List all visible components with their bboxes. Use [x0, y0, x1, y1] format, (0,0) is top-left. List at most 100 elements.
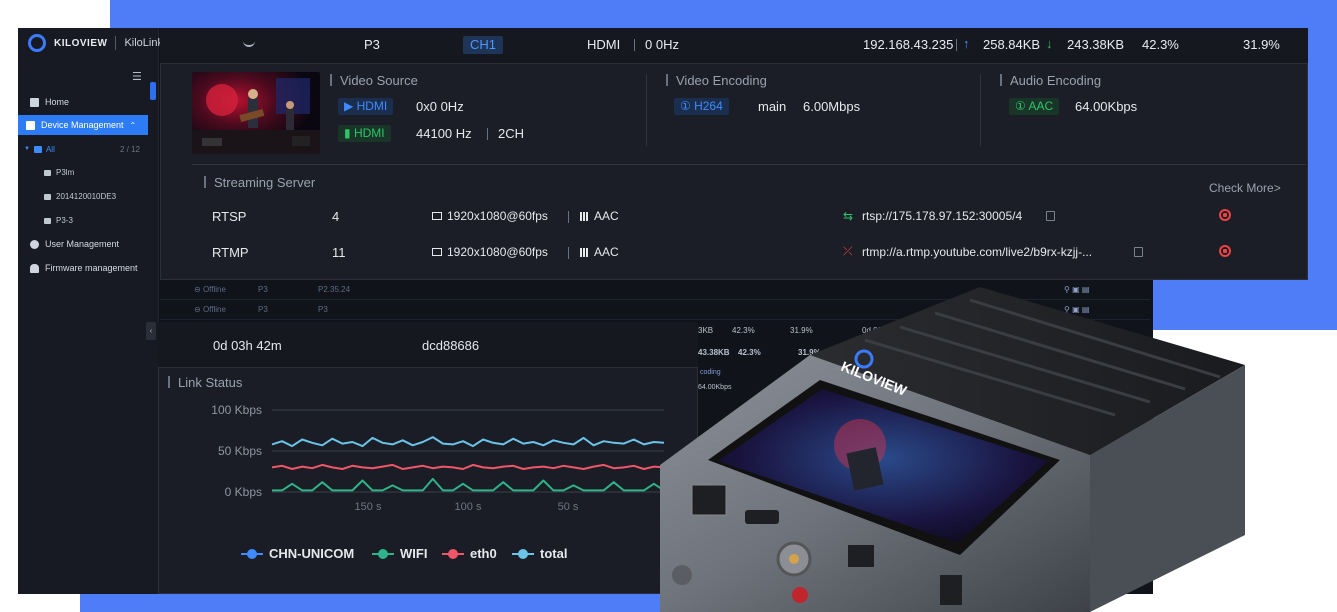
tree-device[interactable]: P3lm — [44, 168, 74, 177]
audio-sample-rate: 44100 Hz — [416, 126, 472, 141]
video-icon — [432, 248, 442, 256]
legend-marker-icon — [512, 548, 534, 559]
channel-badge[interactable]: CH1 — [463, 36, 503, 54]
server-url: rtmp://a.rtmp.youtube.com/live2/b9rx-kzj… — [862, 245, 1093, 259]
arrow-up-icon: ↑ — [963, 36, 970, 51]
device-icon — [26, 120, 35, 130]
brand-name: KILOVIEW — [54, 37, 108, 49]
series-line-eth0 — [271, 463, 665, 470]
cpu-usage: 42.3% — [1142, 37, 1179, 52]
legend-marker-icon — [442, 548, 464, 559]
y-tick-label: 50 Kbps — [218, 444, 262, 458]
tree-device[interactable]: 2014120010DE3 — [44, 192, 116, 201]
copy-icon[interactable] — [1134, 247, 1143, 257]
sidebar-scrollbar[interactable] — [150, 82, 156, 100]
folder-icon — [33, 145, 42, 153]
tree-label: All — [45, 144, 55, 154]
x-tick-label: 150 s — [355, 501, 382, 513]
link-status-chart: 100 Kbps50 Kbps0 Kbps150 s100 s50 s0 — [211, 403, 667, 513]
memory-usage: 31.9% — [1243, 37, 1280, 52]
video-source-chip: ▶ HDMI — [338, 98, 394, 115]
kiloview-p3-device-image: KILOVIEW — [660, 287, 1245, 612]
device-icon — [44, 217, 51, 224]
backdrop-top — [110, 0, 1152, 30]
upload-rate: 258.84KB — [983, 37, 1041, 52]
device-header-bar — [160, 28, 1308, 64]
server-url: rtsp://175.178.97.152:30005/4 — [862, 209, 1023, 223]
backdrop-bottom — [80, 592, 680, 612]
section-title-video-source: Video Source — [330, 73, 418, 88]
section-divider — [980, 74, 981, 146]
panel-divider — [192, 164, 1306, 165]
server-count: 4 — [332, 209, 340, 224]
audio-bitrate: 64.00Kbps — [1075, 99, 1138, 114]
audio-source-chip: ▮ HDMI — [338, 125, 391, 142]
input-type: HDMI — [587, 37, 621, 52]
user-icon — [30, 239, 39, 249]
arrow-down-icon: ↓ — [1046, 36, 1053, 51]
divider — [568, 247, 569, 259]
series-line-wifi — [272, 477, 665, 492]
device-id: dcd88686 — [422, 338, 480, 353]
caret-down-icon: ▼ — [24, 146, 30, 152]
brand-logo[interactable]: KILOVIEW KiloLink — [28, 32, 163, 54]
collapse-sidebar-button[interactable]: ‹ — [146, 322, 156, 340]
link-broken-icon: ⤫ — [843, 244, 853, 258]
legend-item[interactable]: WIFI — [372, 546, 427, 561]
logo-divider — [115, 36, 117, 50]
video-thumbnail[interactable] — [192, 72, 320, 154]
server-protocol: RTMP — [212, 245, 249, 260]
download-rate: 243.38KB — [1067, 37, 1125, 52]
section-divider — [646, 74, 647, 146]
ip-address: 192.168.43.235 — [863, 37, 954, 52]
tree-all[interactable]: ▼ All 2 / 12 — [22, 140, 148, 158]
app-name: KiloLink — [124, 37, 163, 49]
y-tick-label: 0 Kbps — [225, 485, 262, 499]
device-icon — [44, 193, 51, 200]
menu-toggle-icon[interactable]: ☰ — [132, 70, 142, 83]
input-frequency: 0 0Hz — [645, 37, 679, 52]
series-line-total — [271, 436, 665, 448]
sidebar-item-device-management[interactable]: Device Management ⌃ — [18, 115, 148, 135]
sidebar-item-firmware[interactable]: Firmware management — [22, 258, 148, 278]
check-more-link[interactable]: Check More> — [1209, 181, 1281, 195]
folder-icon — [44, 169, 51, 176]
audio-codec-chip: ① AAC — [1009, 98, 1060, 115]
uptime: 0d 03h 42m — [213, 338, 282, 353]
divider — [487, 128, 488, 140]
legend-marker-icon — [372, 548, 394, 559]
row-model: P3 — [258, 304, 268, 314]
audio-bars-icon — [580, 212, 589, 221]
cloud-icon — [30, 263, 39, 273]
stop-stream-button[interactable] — [1219, 209, 1231, 221]
tree-device[interactable]: P3-3 — [44, 216, 73, 225]
sidebar-item-user-management[interactable]: User Management — [22, 234, 148, 254]
sidebar-item-label: Home — [45, 97, 70, 107]
legend-item[interactable]: eth0 — [442, 546, 497, 561]
device-label: 2014120010DE3 — [56, 192, 117, 201]
legend-marker-icon — [241, 548, 263, 559]
device-label: P3lm — [56, 168, 75, 177]
header-divider — [956, 39, 957, 51]
divider — [568, 211, 569, 223]
device-label: P3-3 — [56, 216, 73, 225]
header-divider — [634, 39, 635, 51]
audio-bars-icon — [580, 248, 589, 257]
copy-icon[interactable] — [1046, 211, 1055, 221]
sidebar-item-home[interactable]: Home — [22, 92, 148, 112]
legend-item[interactable]: total — [512, 546, 567, 561]
status-offline: ⊖ Offline — [194, 304, 226, 314]
grid-icon — [30, 97, 39, 107]
chevron-up-icon: ⌃ — [129, 120, 137, 130]
server-protocol: RTSP — [212, 209, 247, 224]
sidebar — [18, 28, 159, 594]
stop-stream-button[interactable] — [1219, 245, 1231, 257]
link-connected-icon: ⇆ — [843, 209, 854, 223]
sidebar-item-label: Device Management — [41, 120, 124, 130]
device-model: P3 — [364, 37, 380, 52]
server-count: 11 — [332, 245, 346, 260]
section-title-video-encoding: Video Encoding — [666, 73, 767, 88]
server-video-format: 1920x1080@60fps — [432, 245, 548, 259]
audio-channels: 2CH — [498, 126, 525, 141]
legend-item[interactable]: CHN-UNICOM — [241, 546, 354, 561]
